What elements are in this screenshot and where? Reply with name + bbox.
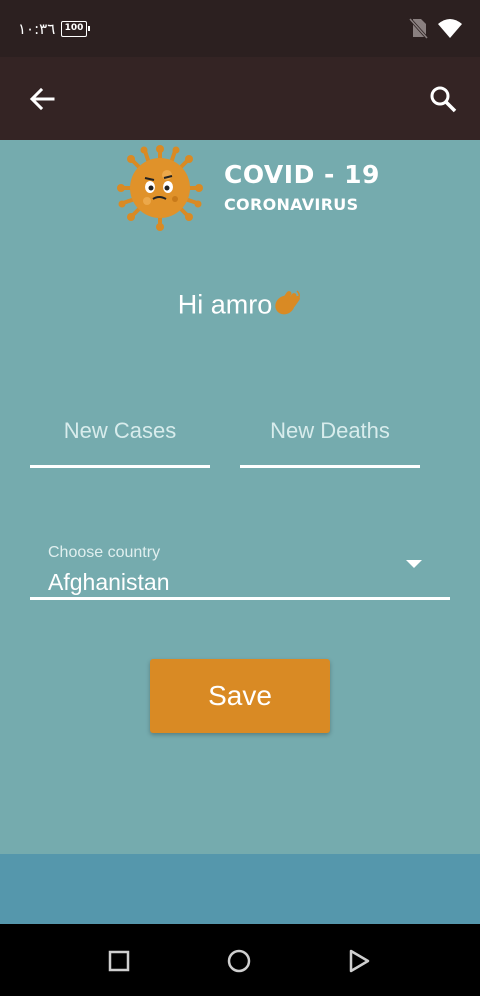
square-icon xyxy=(108,950,130,972)
wifi-icon xyxy=(437,17,463,44)
new-cases-input[interactable]: New Cases xyxy=(30,404,210,468)
recents-button[interactable] xyxy=(104,946,134,976)
new-deaths-input[interactable]: New Deaths xyxy=(240,404,420,468)
waving-hand-icon xyxy=(270,287,302,326)
bottom-strip xyxy=(0,854,480,924)
status-time: ١٠:٣٦ xyxy=(18,20,56,38)
new-cases-underline xyxy=(30,465,210,468)
search-icon xyxy=(430,86,457,113)
status-bar: ١٠:٣٦ 100 xyxy=(0,0,480,57)
new-deaths-placeholder: New Deaths xyxy=(270,418,390,443)
dropdown-arrow-icon xyxy=(406,560,422,568)
arrow-left-icon xyxy=(29,87,55,111)
battery-icon: 100 xyxy=(61,21,90,37)
new-deaths-underline xyxy=(240,465,420,468)
greeting: Hi amro xyxy=(0,287,480,326)
greeting-text: Hi amro xyxy=(177,289,273,320)
banner-subtitle: CORONAVIRUS xyxy=(224,195,359,214)
country-value: Afghanistan xyxy=(48,569,170,595)
save-button[interactable]: Save xyxy=(150,659,330,733)
circle-icon xyxy=(227,949,251,973)
search-button[interactable] xyxy=(423,79,463,119)
home-button[interactable] xyxy=(224,946,254,976)
banner-title: COVID - 19 xyxy=(224,160,380,189)
app-bar xyxy=(0,57,480,140)
nav-back-button[interactable] xyxy=(344,946,374,976)
system-nav-bar xyxy=(0,924,480,996)
no-sim-icon xyxy=(408,17,429,44)
country-dropdown[interactable]: Choose country Afghanistan xyxy=(30,538,450,600)
back-button[interactable] xyxy=(22,79,62,119)
coronavirus-logo-icon xyxy=(117,145,203,236)
country-label: Choose country xyxy=(48,544,161,561)
triangle-back-icon xyxy=(349,949,370,973)
new-cases-placeholder: New Cases xyxy=(63,418,177,443)
country-underline xyxy=(30,597,450,600)
